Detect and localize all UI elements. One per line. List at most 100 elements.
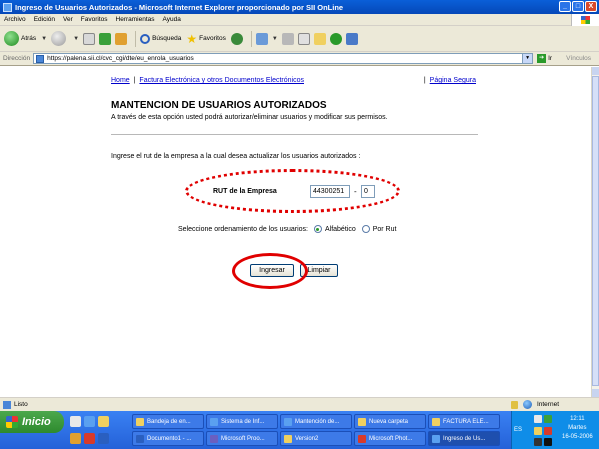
scroll-thumb[interactable]: [592, 76, 599, 386]
quicklaunch-word-icon[interactable]: [98, 433, 109, 444]
home-icon[interactable]: [115, 32, 128, 45]
tray-security-icon[interactable]: [544, 427, 552, 435]
history-icon[interactable]: [230, 32, 243, 45]
language-indicator[interactable]: ES: [514, 427, 522, 433]
messenger-icon[interactable]: [329, 32, 342, 45]
go-arrow-icon[interactable]: ➔: [537, 54, 547, 63]
menu-ayuda[interactable]: Ayuda: [163, 16, 181, 23]
status-text: Listo: [14, 401, 28, 408]
minimize-button[interactable]: _: [559, 1, 571, 12]
zone-label: Internet: [536, 401, 559, 408]
task-nueva-carpeta[interactable]: Nueva carpeta: [354, 414, 426, 429]
radio-alfabetico-label[interactable]: Alfabético: [325, 226, 356, 233]
tray-messenger-icon[interactable]: [544, 415, 552, 423]
order-label: Seleccione ordenamiento de los usuarios:: [178, 225, 308, 233]
scroll-up-button[interactable]: [592, 67, 599, 75]
window-title: Ingreso de Usuarios Autorizados - Micros…: [15, 2, 344, 12]
menu-ver[interactable]: Ver: [63, 16, 73, 23]
page-description: A través de esta opción usted podrá auto…: [111, 114, 388, 121]
quicklaunch-ppt-icon[interactable]: [84, 433, 95, 444]
favorites-star-icon: ★: [186, 31, 198, 46]
dv-input[interactable]: [361, 185, 375, 198]
mail-dropdown-icon[interactable]: ▼: [272, 36, 278, 42]
menu-archivo[interactable]: Archivo: [4, 16, 26, 23]
task-sistema[interactable]: Sistema de Inf...: [206, 414, 278, 429]
start-button[interactable]: Inicio: [0, 411, 64, 433]
task-ingreso-usuarios[interactable]: Ingreso de Us...: [428, 431, 500, 446]
task-version2[interactable]: Version2: [280, 431, 352, 446]
forward-arrow-icon: [51, 31, 67, 46]
back-dropdown-icon[interactable]: ▼: [41, 36, 47, 42]
go-button[interactable]: Ir: [548, 55, 552, 62]
toolbar-separator: [250, 30, 252, 47]
address-bar: Dirección https://palena.sii.cl/cvc_cgi/…: [0, 52, 599, 66]
factura-electronica-link[interactable]: Factura Electrónica y otros Documentos E…: [139, 77, 304, 84]
globe-icon: [522, 400, 532, 409]
task-microsoft-phot[interactable]: Microsoft Phot...: [354, 431, 426, 446]
clock[interactable]: 12:11 Martes 16-05-2006: [562, 415, 593, 442]
tray-speaker-icon[interactable]: [534, 427, 542, 435]
quicklaunch-outlook-icon[interactable]: [98, 416, 109, 427]
secure-page-link[interactable]: Página Segura: [430, 77, 476, 84]
menu-favoritos[interactable]: Favoritos: [81, 16, 108, 23]
lock-icon[interactable]: [510, 400, 518, 409]
nav-separator: |: [133, 77, 136, 84]
research-icon[interactable]: [345, 32, 358, 45]
task-documento1[interactable]: Documento1 - ...: [132, 431, 204, 446]
menu-bar: Archivo Edición Ver Favoritos Herramient…: [0, 14, 599, 26]
address-input[interactable]: https://palena.sii.cl/cvc_cgi/dte/eu_enr…: [33, 53, 534, 64]
menu-edicion[interactable]: Edición: [34, 16, 55, 23]
tray-app-icon[interactable]: [544, 438, 552, 446]
task-bandeja[interactable]: Bandeja de en...: [132, 414, 204, 429]
edit-icon[interactable]: [297, 32, 310, 45]
mail-icon[interactable]: [255, 32, 268, 45]
rut-label: RUT de la Empresa: [213, 188, 277, 195]
tray-network-icon[interactable]: [534, 415, 542, 423]
secure-page-nav: | Página Segura: [422, 77, 476, 84]
links-label[interactable]: Vínculos: [566, 55, 591, 62]
vertical-scrollbar[interactable]: [591, 67, 599, 397]
rut-input[interactable]: [310, 185, 350, 198]
scroll-down-button[interactable]: [592, 389, 599, 397]
tray-display-icon[interactable]: [534, 438, 542, 446]
divider: [111, 134, 478, 135]
forward-button[interactable]: [51, 31, 68, 46]
search-button[interactable]: Búsqueda: [140, 33, 182, 44]
quicklaunch-explorer-icon[interactable]: [70, 433, 81, 444]
clock-day: Martes: [568, 425, 587, 431]
folder-icon[interactable]: [313, 32, 326, 45]
windows-flag-icon: [6, 416, 18, 428]
search-label: Búsqueda: [152, 35, 182, 42]
highlight-ellipse-solid: [232, 253, 308, 289]
refresh-icon[interactable]: [99, 32, 112, 45]
taskbar: Inicio Bandeja de en... Sistema de Inf..…: [0, 411, 599, 449]
clock-time: 12:11: [570, 416, 585, 422]
back-arrow-icon: [4, 31, 19, 46]
task-factura[interactable]: FACTURA ELE...: [428, 414, 500, 429]
task-microsoft-proo[interactable]: Microsoft Proo...: [206, 431, 278, 446]
radio-por-rut[interactable]: [361, 225, 370, 233]
favorites-button[interactable]: ★ Favoritos: [186, 33, 226, 45]
home-link[interactable]: Home: [111, 77, 130, 84]
print-icon[interactable]: [281, 32, 294, 45]
ie-icon: [3, 2, 12, 12]
address-dropdown-icon[interactable]: ▼: [522, 54, 533, 63]
radio-alfabetico[interactable]: [313, 225, 322, 233]
maximize-button[interactable]: □: [572, 1, 584, 12]
system-tray: ES 12:11 Martes 16-05-2006: [511, 411, 599, 449]
status-zone: Internet: [510, 400, 559, 409]
back-button[interactable]: Atrás: [4, 31, 36, 46]
task-mantencion[interactable]: Mantención de...: [280, 414, 352, 429]
radio-por-rut-label[interactable]: Por Rut: [373, 226, 397, 233]
stop-icon[interactable]: [83, 32, 96, 45]
window-titlebar[interactable]: Ingreso de Usuarios Autorizados - Micros…: [0, 0, 599, 14]
quicklaunch-ie-icon[interactable]: [84, 416, 95, 427]
quicklaunch-desktop-icon[interactable]: [70, 416, 81, 427]
folder-icon: [284, 434, 292, 443]
forward-dropdown-icon[interactable]: ▼: [73, 36, 79, 42]
menu-herramientas[interactable]: Herramientas: [116, 16, 155, 23]
page-content: Home | Factura Electrónica y otros Docum…: [0, 67, 591, 397]
close-button[interactable]: X: [585, 1, 597, 12]
instruction-text: Ingrese el rut de la empresa a la cual d…: [111, 153, 361, 160]
folder-icon: [358, 417, 366, 426]
